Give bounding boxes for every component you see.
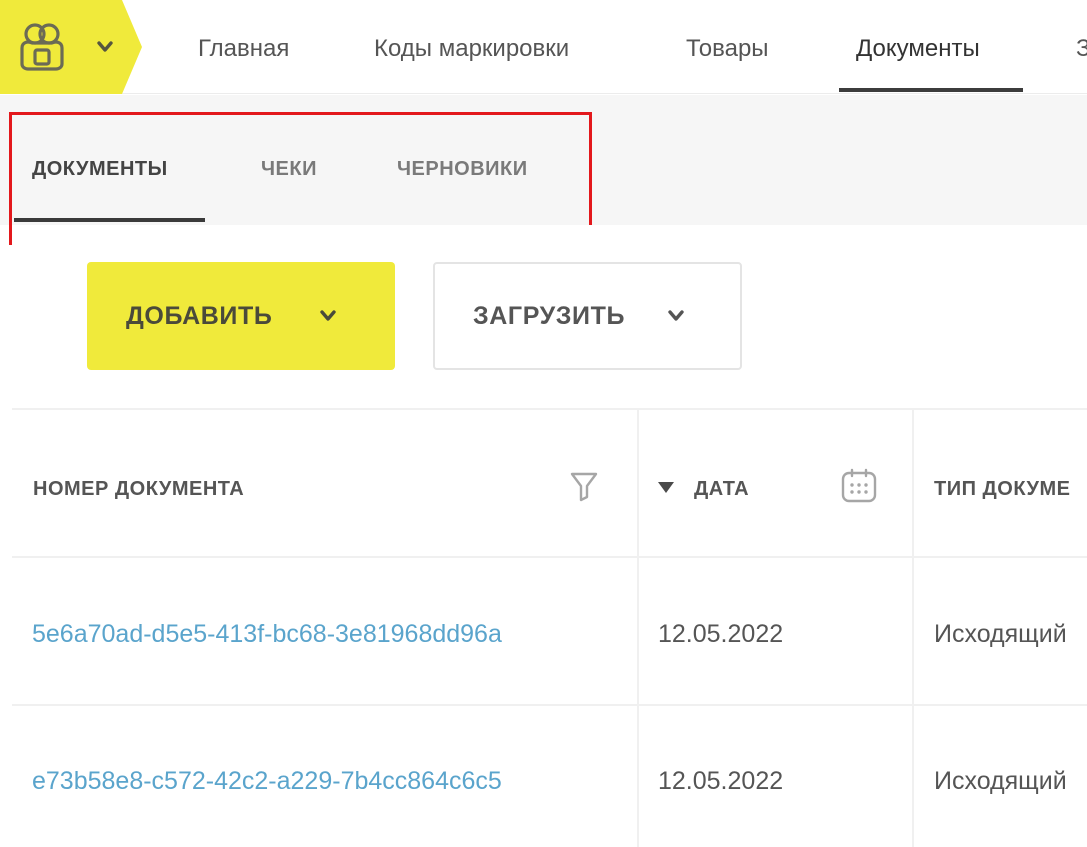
nav-item-home[interactable]: Главная (198, 34, 289, 64)
tab-receipts[interactable]: ЧЕКИ (261, 158, 317, 181)
add-button[interactable]: ДОБАВИТЬ (87, 262, 395, 370)
nav-item-products[interactable]: Товары (686, 34, 769, 64)
tab-drafts[interactable]: ЧЕРНОВИКИ (397, 158, 528, 181)
chevron-down-icon[interactable] (96, 40, 114, 54)
upload-button[interactable]: ЗАГРУЗИТЬ (433, 262, 742, 370)
upload-button-label: ЗАГРУЗИТЬ (473, 302, 626, 330)
document-type: Исходящий (934, 620, 1067, 648)
nav-active-indicator (839, 88, 1023, 92)
column-header-date[interactable]: ДАТА (694, 478, 749, 501)
table-header: НОМЕР ДОКУМЕНТА ДАТА ТИП ДОКУМЕ (12, 410, 1087, 558)
subtab-active-indicator (14, 218, 205, 222)
document-type: Исходящий (934, 767, 1067, 795)
document-number-link[interactable]: 5e6a70ad-d5e5-413f-bc68-3e81968dd96a (32, 619, 502, 649)
nav-item-documents[interactable]: Документы (856, 34, 980, 64)
column-header-document-number[interactable]: НОМЕР ДОКУМЕНТА (33, 478, 244, 501)
top-navigation: Главная Коды маркировки Товары Документы… (0, 0, 1087, 94)
document-number-link[interactable]: e73b58e8-c572-42c2-a229-7b4cc864c6c5 (32, 766, 502, 796)
tab-documents[interactable]: ДОКУМЕНТЫ (32, 158, 168, 181)
document-date: 12.05.2022 (658, 767, 784, 795)
table-row[interactable]: e73b58e8-c572-42c2-a229-7b4cc864c6c5 12.… (12, 706, 1087, 847)
document-date: 12.05.2022 (658, 620, 784, 648)
nav-item-marking-codes[interactable]: Коды маркировки (374, 34, 569, 64)
sort-desc-icon[interactable] (657, 480, 675, 494)
user-avatar-icon (20, 23, 64, 71)
calendar-icon[interactable] (840, 468, 878, 504)
chevron-down-icon (668, 310, 684, 321)
chevron-down-icon (320, 310, 336, 321)
add-button-label: ДОБАВИТЬ (126, 302, 273, 330)
table-row[interactable]: 5e6a70ad-d5e5-413f-bc68-3e81968dd96a 12.… (12, 558, 1087, 706)
documents-table: НОМЕР ДОКУМЕНТА ДАТА ТИП ДОКУМЕ 5e6a70ad… (12, 408, 1087, 847)
nav-item-more[interactable]: З (1076, 34, 1087, 64)
column-header-document-type[interactable]: ТИП ДОКУМЕ (934, 478, 1070, 501)
document-subtabs: ДОКУМЕНТЫ ЧЕКИ ЧЕРНОВИКИ (0, 95, 1087, 225)
filter-icon[interactable] (569, 470, 599, 502)
account-menu[interactable] (0, 0, 142, 94)
